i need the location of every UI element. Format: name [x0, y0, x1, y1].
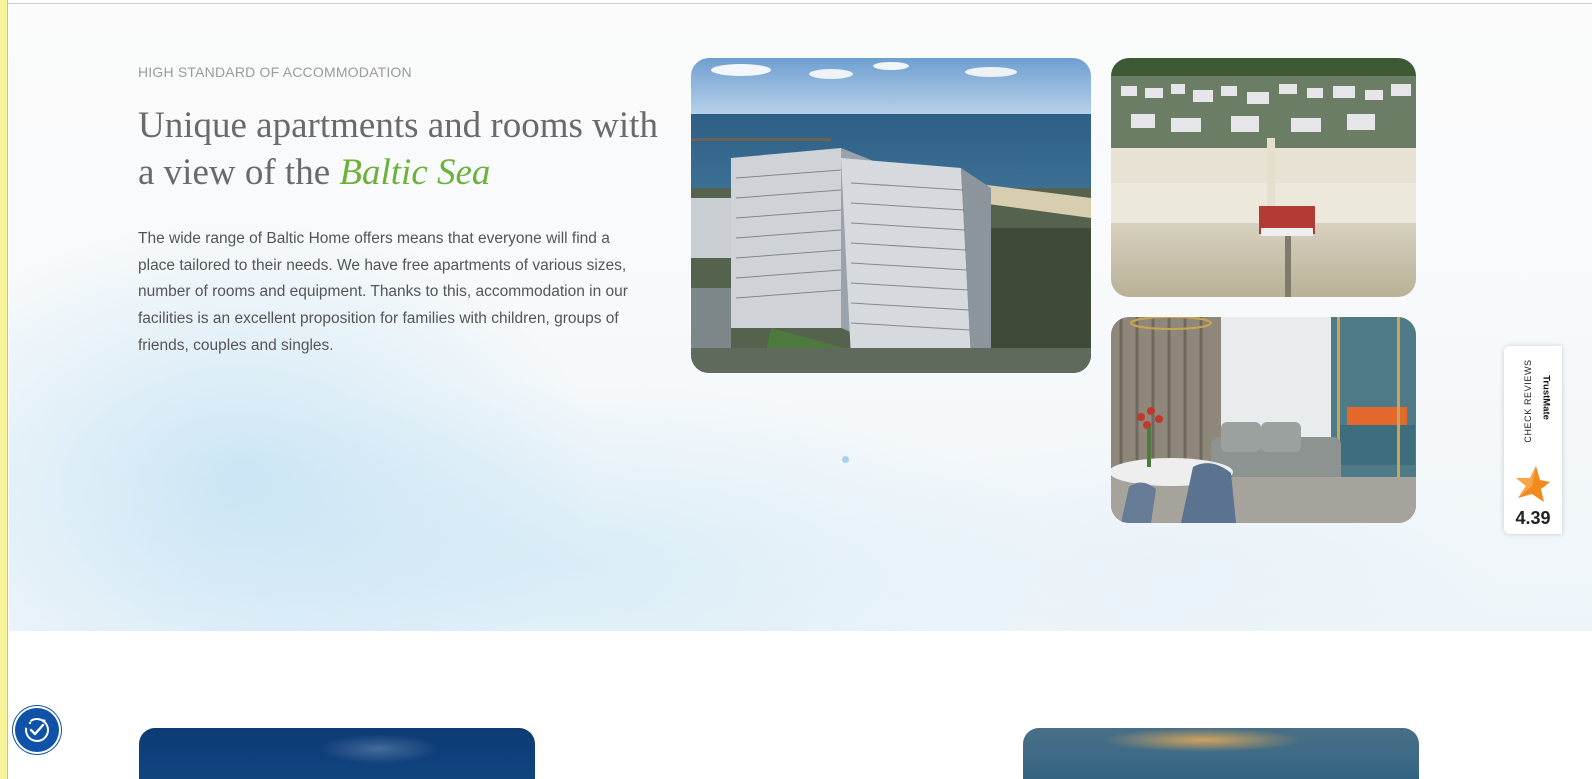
section-eyebrow: HIGH STANDARD OF ACCOMMODATION — [138, 64, 412, 80]
apartment-living-room-photo — [1111, 317, 1416, 523]
seaside-apartment-buildings-photo — [691, 58, 1091, 373]
trust-labels: CHECK REVIEWS TrustMate — [1508, 356, 1558, 456]
accessibility-button[interactable] — [15, 708, 59, 752]
review-score: 4.39 — [1515, 508, 1551, 528]
trustmate-logo-text: TrustMate — [1540, 375, 1552, 420]
offer-card-left[interactable] — [139, 728, 535, 779]
headline-accent: Baltic Sea — [339, 152, 491, 193]
offer-card-right[interactable] — [1023, 728, 1419, 779]
card-image-sky — [319, 734, 439, 764]
card-image-sunset — [1103, 728, 1303, 752]
section-description: The wide range of Baltic Home offers mea… — [138, 230, 628, 354]
accessibility-icon — [25, 718, 49, 742]
pier-and-beach-aerial-photo — [1111, 58, 1416, 297]
browser-left-edge — [0, 0, 8, 779]
star-icon — [1512, 464, 1552, 504]
check-reviews-label: CHECK REVIEWS — [1523, 359, 1533, 443]
section-headline: Unique apartments and rooms with a view … — [138, 102, 658, 196]
decorative-dot — [842, 456, 849, 463]
trustmate-reviews-widget[interactable]: CHECK REVIEWS TrustMate 4.39 — [1504, 346, 1562, 534]
